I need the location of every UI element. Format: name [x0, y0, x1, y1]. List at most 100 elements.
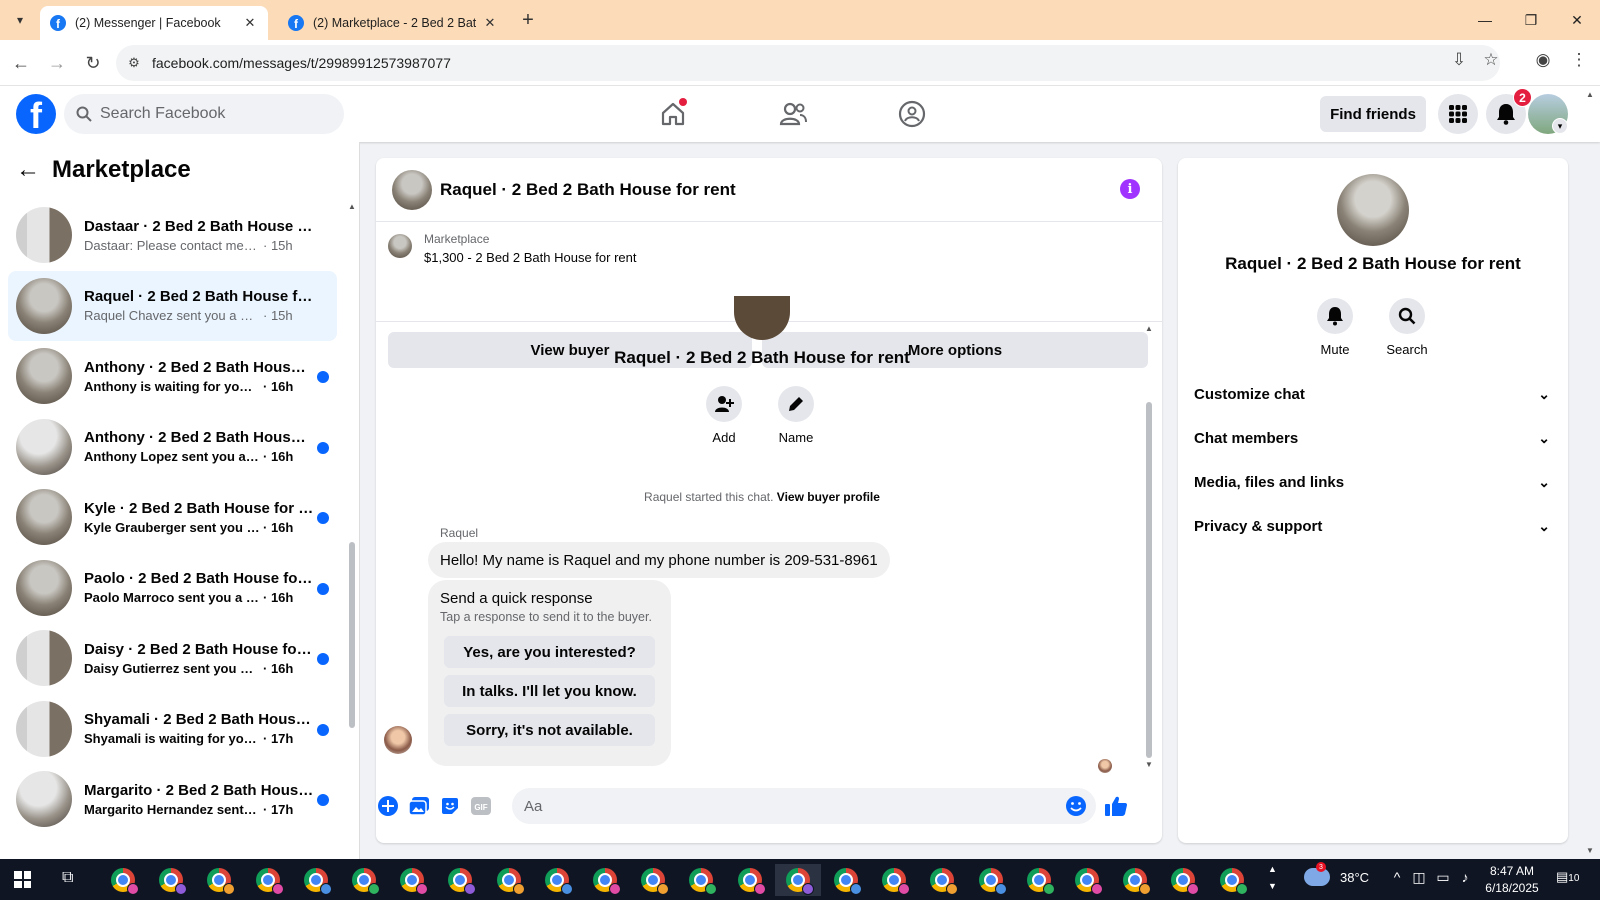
site-settings-icon[interactable]: ⚙ [116, 55, 152, 71]
friends-nav-icon[interactable] [777, 98, 809, 130]
emoji-icon[interactable] [1064, 794, 1088, 818]
taskbar-chrome-window[interactable] [774, 864, 821, 896]
conversation-item[interactable]: Anthony · 2 Bed 2 Bath House for rent Ant… [8, 341, 337, 411]
taskbar-chrome-window[interactable] [486, 864, 532, 896]
close-tab-icon[interactable]: ✕ [242, 15, 258, 31]
forward-icon[interactable]: → [44, 50, 70, 76]
conversation-item[interactable]: Kyle · 2 Bed 2 Bath House for rent Kyle G… [8, 482, 337, 552]
conversation-item[interactable]: Raquel · 2 Bed 2 Bath House for rent Raqu… [8, 270, 337, 341]
meet-now-icon[interactable]: ◫ [1410, 869, 1428, 886]
chat-title[interactable]: Raquel · 2 Bed 2 Bath House for rent [440, 180, 736, 200]
scroll-down-icon[interactable]: ▼ [1144, 760, 1154, 769]
taskbar-chrome-window[interactable] [196, 864, 242, 896]
facebook-logo[interactable]: f [16, 94, 56, 134]
url-text[interactable]: facebook.com/messages/t/2998991257398707… [152, 55, 451, 71]
tab-messenger[interactable]: f (2) Messenger | Facebook ✕ [40, 6, 268, 40]
scrollbar-thumb[interactable] [349, 542, 355, 728]
network-icon[interactable]: ▭ [1434, 869, 1452, 886]
task-view-icon[interactable]: ⧉ [62, 869, 82, 889]
taskbar-chrome-window[interactable] [1160, 864, 1206, 896]
taskbar-chrome-window[interactable] [1064, 864, 1110, 896]
back-icon[interactable]: ← [8, 50, 34, 76]
taskbar-chrome-window[interactable] [245, 864, 291, 896]
thumbs-up-icon[interactable] [1104, 794, 1128, 818]
scroll-up-icon[interactable]: ▲ [347, 202, 357, 211]
taskbar-chrome-window[interactable] [534, 864, 580, 896]
restore-icon[interactable]: ❐ [1508, 6, 1554, 34]
taskbar-chrome-window[interactable] [437, 864, 483, 896]
taskbar-chrome-window[interactable] [389, 864, 435, 896]
quick-response-option[interactable]: In talks. I'll let you know. [444, 675, 655, 707]
conversation-item[interactable]: Paolo · 2 Bed 2 Bath House for rent Paolo… [8, 553, 337, 623]
windows-start-icon[interactable] [14, 871, 31, 888]
close-window-icon[interactable]: ✕ [1554, 6, 1600, 34]
menu-dots-icon[interactable]: ⋮ [1566, 50, 1592, 70]
attach-photo-icon[interactable] [407, 794, 431, 818]
conversation-item[interactable]: Margarito · 2 Bed 2 Bath House for rent M… [8, 764, 337, 834]
reload-icon[interactable]: ↻ [80, 50, 106, 76]
taskbar-chrome-window[interactable] [968, 864, 1014, 896]
sender-avatar[interactable] [384, 726, 412, 754]
info-icon[interactable]: i [1120, 179, 1140, 199]
taskbar-chrome-window[interactable] [678, 864, 724, 896]
taskbar-chrome-window[interactable] [1209, 864, 1255, 896]
sticker-icon[interactable] [438, 794, 462, 818]
system-clock[interactable]: 8:47 AM 6/18/2025 [1478, 863, 1546, 897]
chat-scrollbar[interactable]: ▲ ▼ [1144, 322, 1154, 782]
back-arrow-icon[interactable]: ← [16, 156, 52, 184]
menu-grid-icon[interactable] [1438, 94, 1478, 134]
taskbar-chrome-window[interactable] [919, 864, 965, 896]
show-hidden-icons-chevron-icon[interactable]: ^ [1388, 869, 1406, 885]
view-buyer-profile-link[interactable]: View buyer profile [777, 490, 880, 504]
conversation-item[interactable]: Anthony · 2 Bed 2 Bath House for rent Ant… [8, 412, 337, 482]
tab-search-chevron-icon[interactable]: ▾ [8, 8, 32, 32]
customize-chat-row[interactable]: Customize chat ⌄ [1194, 372, 1552, 416]
add-people-button[interactable]: Add [689, 386, 759, 445]
taskbar-chrome-window[interactable] [871, 864, 917, 896]
home-nav-icon[interactable] [657, 98, 689, 130]
install-app-icon[interactable]: ⇩ [1446, 50, 1472, 70]
omnibox[interactable]: ⚙ facebook.com/messages/t/29989912573987… [116, 45, 1500, 81]
page-scroll-down-icon[interactable]: ▼ [1586, 846, 1594, 855]
listing-title[interactable]: $1,300 - 2 Bed 2 Bath House for rent [424, 250, 636, 265]
name-chat-button[interactable]: Name [761, 386, 831, 445]
privacy-support-row[interactable]: Privacy & support ⌄ [1194, 504, 1552, 548]
search-chat-button[interactable]: Search [1377, 298, 1437, 357]
conversation-item[interactable]: Dastaar · 2 Bed 2 Bath House for rent Das… [8, 200, 337, 270]
taskbar-chrome-window[interactable] [341, 864, 387, 896]
facebook-search[interactable] [64, 94, 344, 134]
conversation-item[interactable]: Shyamali · 2 Bed 2 Bath House for rent Sh… [8, 694, 337, 764]
groups-nav-icon[interactable] [896, 98, 928, 130]
message-input[interactable] [512, 788, 1096, 824]
minimize-icon[interactable]: — [1462, 6, 1508, 34]
conversation-item[interactable]: Daisy · 2 Bed 2 Bath House for rent Daisy… [8, 623, 337, 693]
taskbar-chrome-window[interactable] [1016, 864, 1062, 896]
more-actions-plus-icon[interactable] [376, 794, 400, 818]
taskbar-chrome-window[interactable] [148, 864, 194, 896]
taskbar-chrome-window[interactable] [1112, 864, 1158, 896]
notification-center-icon[interactable]: ▤10 [1556, 869, 1579, 885]
new-tab-button[interactable]: + [516, 8, 540, 32]
scroll-up-icon[interactable]: ▲ [1144, 324, 1154, 333]
account-chevron-icon[interactable]: ▾ [1552, 118, 1568, 134]
weather-widget[interactable]: 3 38°C [1304, 862, 1369, 886]
profile-icon[interactable]: ◉ [1530, 50, 1556, 70]
close-tab-icon[interactable]: ✕ [482, 15, 498, 31]
quick-response-option[interactable]: Yes, are you interested? [444, 636, 655, 668]
notifications-bell-icon[interactable]: 2 [1486, 88, 1532, 134]
chat-members-row[interactable]: Chat members ⌄ [1194, 416, 1552, 460]
taskbar-chrome-window[interactable] [630, 864, 676, 896]
mute-button[interactable]: Mute [1305, 298, 1365, 357]
message-bubble[interactable]: Hello! My name is Raquel and my phone nu… [428, 542, 890, 578]
media-files-links-row[interactable]: Media, files and links ⌄ [1194, 460, 1552, 504]
find-friends-button[interactable]: Find friends [1320, 96, 1426, 132]
volume-icon[interactable]: ♪ [1456, 869, 1474, 885]
listing-thumbnail[interactable] [388, 234, 412, 258]
chat-avatar[interactable] [392, 170, 432, 210]
taskbar-chrome-window[interactable] [823, 864, 869, 896]
taskbar-scroll-chevron-icon[interactable]: ▲ ▼ [1268, 861, 1277, 895]
taskbar-chrome-window[interactable] [293, 864, 339, 896]
tab-marketplace[interactable]: f (2) Marketplace - 2 Bed 2 Bath H ✕ [278, 6, 508, 40]
search-input[interactable] [100, 105, 320, 123]
list-scrollbar[interactable]: ▲ ▼ [347, 202, 357, 896]
